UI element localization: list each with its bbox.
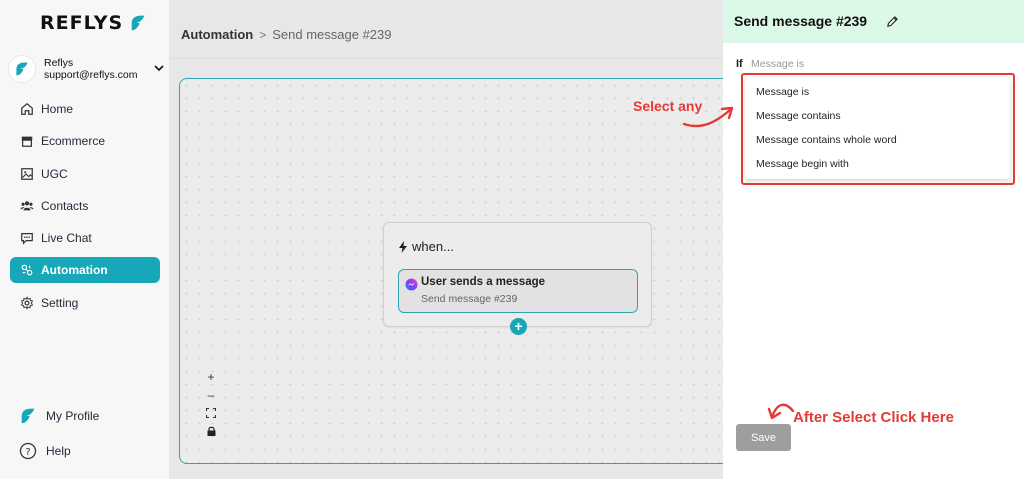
sidebar-item-label: Live Chat — [41, 231, 92, 246]
annotation-highlight-box — [741, 73, 1015, 185]
node-title: when... — [398, 239, 454, 254]
add-step-button[interactable]: + — [510, 318, 527, 335]
sidebar-item-label: Help — [46, 444, 71, 458]
sidebar-item-live-chat[interactable]: Live Chat — [10, 225, 160, 251]
account-email: support@reflys.com — [44, 69, 138, 81]
sidebar: REFLYS Reflys support@reflys.com Home Ec… — [0, 0, 170, 479]
svg-text:?: ? — [25, 447, 30, 458]
sidebar-item-label: Contacts — [41, 198, 89, 213]
home-icon — [21, 102, 33, 115]
breadcrumb-current: Send message #239 — [272, 27, 392, 42]
condition-select[interactable]: Message is — [751, 58, 804, 70]
fit-view-button[interactable] — [202, 404, 220, 422]
sidebar-item-my-profile[interactable]: My Profile — [18, 403, 163, 429]
gear-icon — [20, 296, 34, 310]
breadcrumb: Automation > Send message #239 — [181, 27, 392, 42]
chevron-down-icon[interactable] — [154, 63, 164, 73]
main-area: Automation > Send message #239 when... U… — [170, 0, 739, 479]
sidebar-item-automation[interactable]: Automation — [10, 257, 160, 284]
panel-header: Send message #239 — [723, 0, 1024, 43]
annotation-arrow-icon — [682, 106, 734, 128]
chat-icon — [21, 233, 33, 245]
automation-canvas[interactable]: when... User sends a message Send messag… — [179, 78, 739, 464]
sidebar-bottom-nav: My Profile ? Help — [18, 403, 163, 473]
breadcrumb-separator: > — [259, 27, 267, 42]
save-button[interactable]: Save — [736, 424, 791, 451]
trigger-subtitle: Send message #239 — [421, 293, 518, 305]
users-icon — [20, 201, 34, 211]
account-switcher[interactable]: Reflys support@reflys.com — [8, 50, 166, 88]
fit-view-icon — [206, 408, 216, 418]
sidebar-item-ugc[interactable]: UGC — [10, 161, 160, 187]
profile-logo-icon — [18, 406, 38, 426]
node-title-text: when... — [412, 239, 454, 254]
zoom-in-button[interactable]: + — [202, 368, 220, 386]
panel-title: Send message #239 — [734, 13, 868, 29]
sidebar-item-ecommerce[interactable]: Ecommerce — [10, 128, 160, 154]
sidebar-item-label: Ecommerce — [41, 134, 106, 149]
account-name: Reflys — [44, 57, 74, 69]
brand-logo[interactable]: REFLYS — [40, 12, 147, 34]
sidebar-item-label: UGC — [41, 166, 68, 181]
account-info: Reflys support@reflys.com — [44, 57, 138, 81]
bolt-icon — [399, 240, 407, 253]
sidebar-item-help[interactable]: ? Help — [18, 438, 163, 464]
pencil-icon[interactable] — [886, 15, 899, 28]
trigger-card[interactable]: User sends a message Send message #239 — [398, 269, 638, 313]
condition-if-label: If — [736, 58, 743, 70]
sidebar-item-home[interactable]: Home — [10, 96, 160, 122]
lock-button[interactable] — [202, 422, 220, 440]
sidebar-nav: Home Ecommerce UGC Contacts Live Chat Au… — [10, 96, 160, 322]
lock-icon — [207, 426, 215, 436]
automation-icon — [21, 265, 33, 276]
image-icon — [21, 167, 33, 180]
store-icon — [21, 136, 33, 148]
sidebar-item-setting[interactable]: Setting — [10, 290, 160, 316]
sidebar-item-label: Home — [41, 102, 74, 116]
sidebar-item-label: Automation — [41, 263, 108, 278]
messenger-icon — [405, 278, 418, 291]
zoom-controls: + – — [202, 368, 220, 440]
sidebar-item-label: Setting — [41, 295, 79, 310]
help-icon: ? — [18, 441, 38, 461]
reflys-logo-icon — [16, 62, 28, 76]
brand-name: REFLYS — [40, 12, 124, 34]
zoom-out-button[interactable]: – — [202, 386, 220, 404]
trigger-title: User sends a message — [421, 276, 546, 288]
annotation-arrow-icon — [767, 403, 795, 420]
sidebar-item-contacts[interactable]: Contacts — [10, 193, 160, 219]
annotation-after-select: After Select Click Here — [793, 409, 954, 426]
breadcrumb-parent[interactable]: Automation — [181, 27, 253, 42]
header-divider — [170, 58, 723, 59]
reflys-logo-icon — [131, 15, 145, 31]
account-avatar — [8, 55, 36, 83]
sidebar-item-label: My Profile — [46, 409, 100, 423]
trigger-node[interactable]: when... User sends a message Send messag… — [383, 222, 652, 335]
